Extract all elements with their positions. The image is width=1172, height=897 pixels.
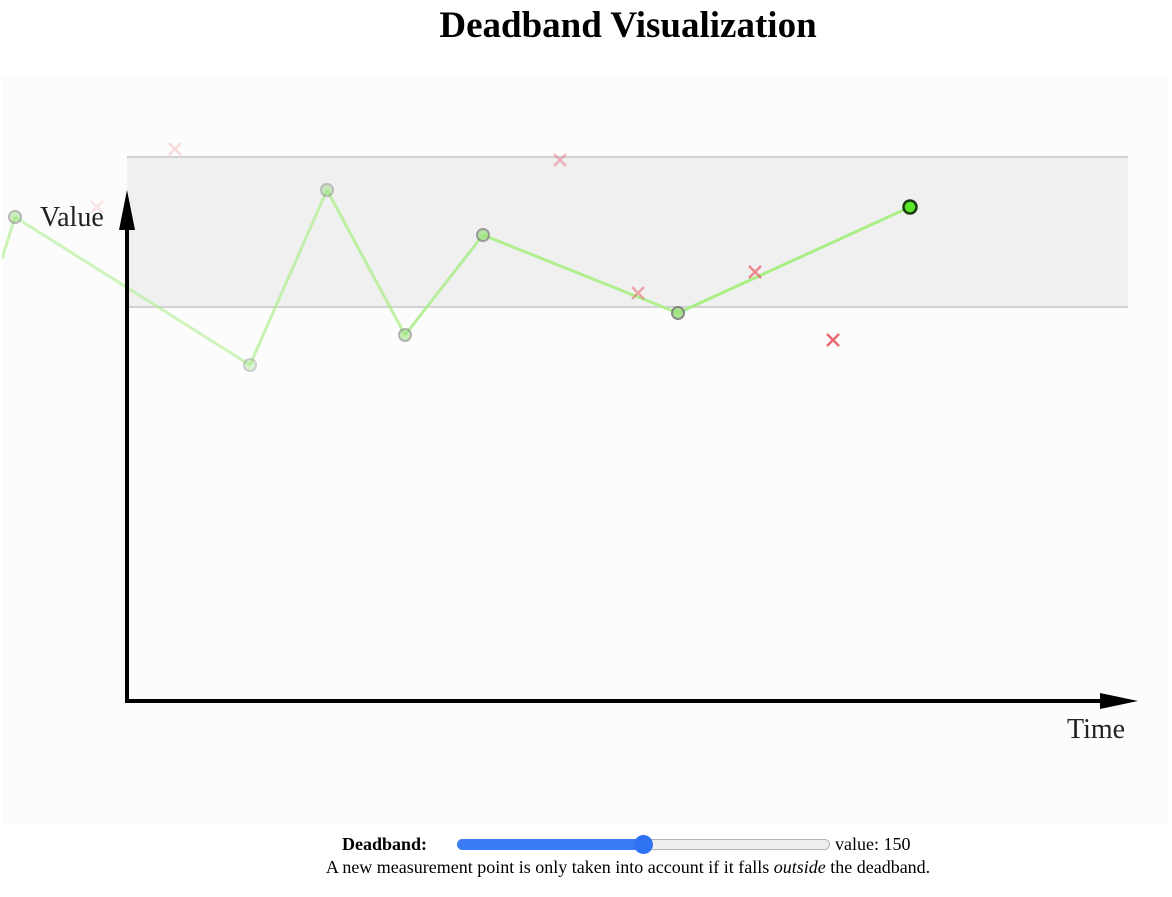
deadband-region [127,157,1128,307]
current-point [902,199,918,215]
slider-thumb[interactable] [634,835,653,854]
deadband-hint: A new measurement point is only taken in… [0,857,1172,878]
x-axis-label: Time [1067,714,1125,745]
hint-emphasis: outside [773,857,826,877]
value-prefix: value: [835,833,884,854]
visualization-canvas: Value Time [2,77,1168,825]
rejected-point-marker [826,333,840,347]
deadband-control: Deadband: value: 150 [342,833,910,855]
slider-fill [457,839,645,850]
deadband-value-readout: value: 150 [835,834,910,855]
deadband-label: Deadband: [342,833,428,854]
accepted-point [243,358,257,372]
rejected-point-marker [168,142,182,156]
hint-after: the deadband. [825,857,931,877]
x-axis-arrow [1100,693,1138,709]
value-number: 150 [883,833,911,854]
accepted-point [671,306,685,320]
hint-before: A new measurement point is only taken in… [325,857,774,877]
deadband-chart: Value Time [2,142,1138,745]
accepted-point [8,210,22,224]
accepted-point [398,328,412,342]
accepted-point [320,183,334,197]
accepted-point [476,228,490,242]
deadband-slider[interactable] [457,833,830,855]
page-title: Deadband Visualization [439,5,817,46]
y-axis-label: Value [40,202,104,233]
